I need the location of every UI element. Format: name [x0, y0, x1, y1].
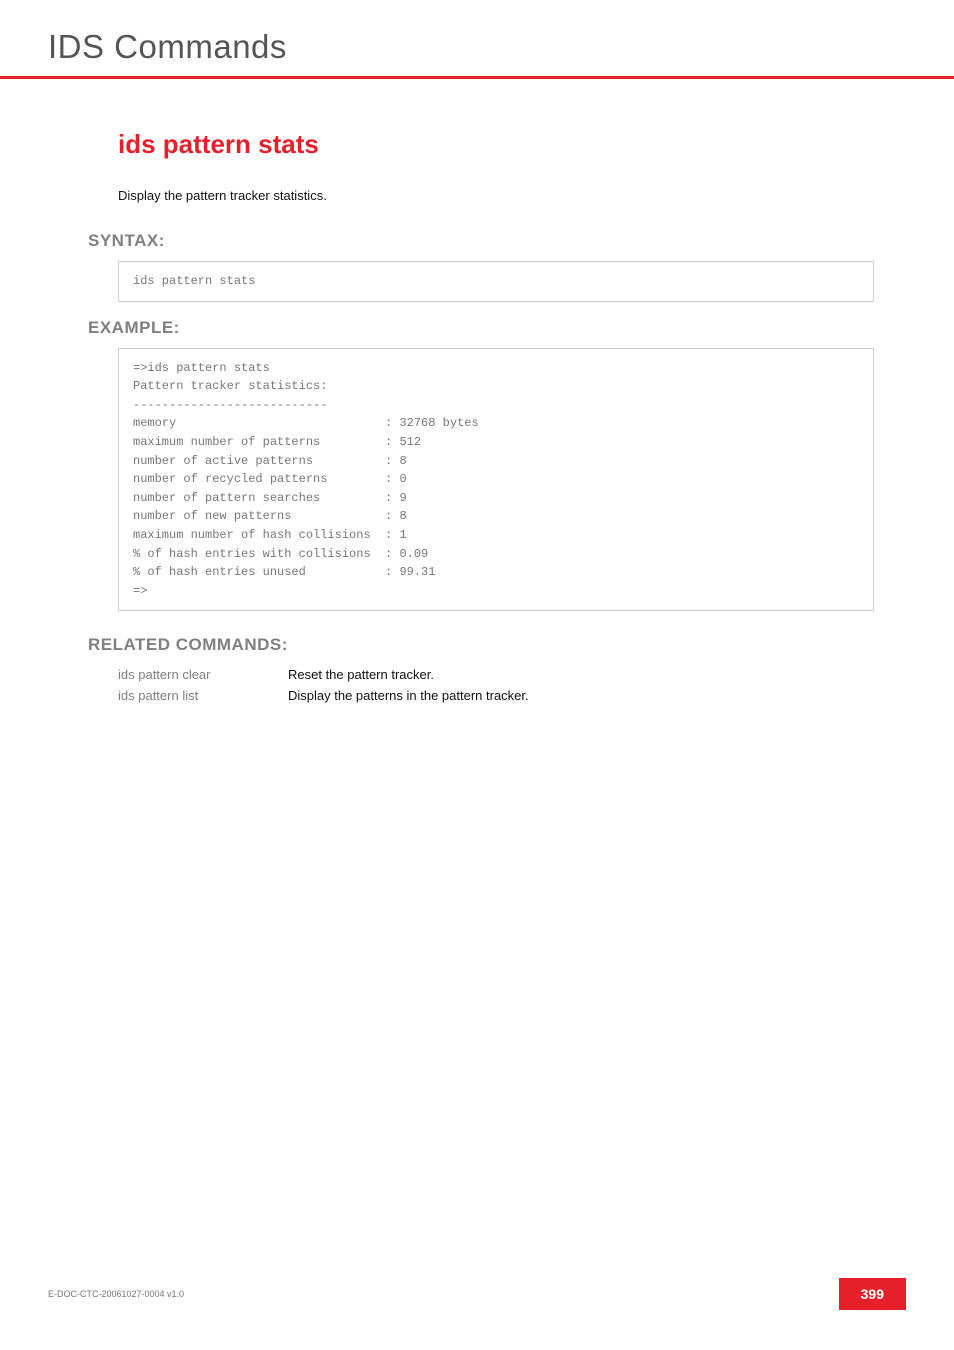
- syntax-heading: SYNTAX:: [88, 231, 874, 251]
- section-description: Display the pattern tracker statistics.: [118, 188, 874, 203]
- related-row: ids pattern list Display the patterns in…: [118, 688, 874, 703]
- related-command-description: Display the patterns in the pattern trac…: [288, 688, 529, 703]
- footer-page-number: 399: [839, 1278, 906, 1310]
- related-command-name: ids pattern list: [118, 688, 288, 703]
- footer-doc-id: E-DOC-CTC-20061027-0004 v1.0: [48, 1289, 184, 1299]
- related-command-description: Reset the pattern tracker.: [288, 667, 434, 682]
- related-command-name: ids pattern clear: [118, 667, 288, 682]
- content-area: ids pattern stats Display the pattern tr…: [0, 129, 954, 703]
- example-heading: EXAMPLE:: [88, 318, 874, 338]
- related-heading: RELATED COMMANDS:: [88, 635, 874, 655]
- related-commands-table: ids pattern clear Reset the pattern trac…: [118, 667, 874, 703]
- page-header: IDS Commands: [0, 0, 954, 79]
- page-footer: E-DOC-CTC-20061027-0004 v1.0 399: [48, 1278, 906, 1310]
- syntax-code-block: ids pattern stats: [118, 261, 874, 302]
- related-commands-section: RELATED COMMANDS: ids pattern clear Rese…: [118, 635, 874, 703]
- related-row: ids pattern clear Reset the pattern trac…: [118, 667, 874, 682]
- example-code-block: =>ids pattern stats Pattern tracker stat…: [118, 348, 874, 612]
- section-title: ids pattern stats: [118, 129, 874, 160]
- page-title: IDS Commands: [48, 28, 954, 66]
